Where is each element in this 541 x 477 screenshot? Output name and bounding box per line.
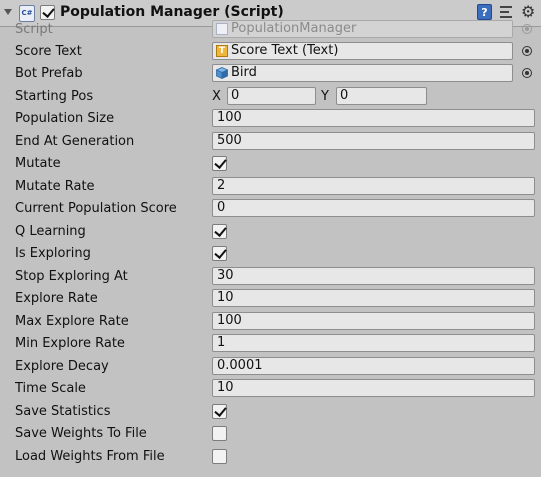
object-picker-icon[interactable]: [522, 46, 532, 56]
row-save-weights-to-file: Save Weights To File: [0, 423, 541, 445]
row-current-population-score: Current Population Score 0: [0, 198, 541, 220]
q-learning-checkbox[interactable]: [212, 224, 227, 239]
field-label: Script: [15, 22, 53, 37]
script-field: PopulationManager: [212, 20, 513, 38]
row-save-statistics: Save Statistics: [0, 401, 541, 423]
explore-decay-input[interactable]: 0.0001: [212, 357, 535, 375]
field-label: Min Explore Rate: [15, 336, 125, 351]
check-icon: [214, 224, 227, 237]
field-label: Current Population Score: [15, 201, 177, 216]
row-explore-rate: Explore Rate 10: [0, 288, 541, 310]
field-label: Starting Pos: [15, 89, 94, 104]
field-label: Is Exploring: [15, 246, 91, 261]
help-icon[interactable]: ?: [477, 4, 492, 20]
row-script: Script PopulationManager: [0, 19, 541, 41]
check-icon: [214, 156, 227, 169]
field-label: Stop Exploring At: [15, 269, 128, 284]
check-icon: [214, 246, 227, 259]
field-label: Mutate: [15, 156, 61, 171]
row-score-text: Score Text T Score Text (Text): [0, 41, 541, 63]
row-end-at-generation: End At Generation 500: [0, 131, 541, 153]
save-statistics-checkbox[interactable]: [212, 404, 227, 419]
explore-rate-input[interactable]: 10: [212, 289, 535, 307]
field-label: Max Explore Rate: [15, 314, 129, 329]
row-starting-pos: Starting Pos X 0 Y 0: [0, 86, 541, 108]
row-q-learning: Q Learning: [0, 221, 541, 243]
component-enabled-checkbox[interactable]: [40, 5, 55, 20]
field-label: End At Generation: [15, 134, 135, 149]
field-label: Explore Decay: [15, 359, 109, 374]
foldout-arrow-icon[interactable]: [4, 9, 12, 15]
row-time-scale: Time Scale 10: [0, 378, 541, 400]
preset-icon[interactable]: [500, 4, 514, 20]
starting-pos-y-input[interactable]: 0: [336, 87, 427, 105]
field-label: Mutate Rate: [15, 179, 95, 194]
load-weights-from-file-checkbox[interactable]: [212, 449, 227, 464]
row-min-explore-rate: Min Explore Rate 1: [0, 333, 541, 355]
component-title: Population Manager (Script): [60, 4, 284, 20]
field-label: Time Scale: [15, 381, 86, 396]
text-component-icon: T: [216, 45, 228, 57]
is-exploring-checkbox[interactable]: [212, 246, 227, 261]
row-stop-exploring-at: Stop Exploring At 30: [0, 266, 541, 288]
y-label[interactable]: Y: [321, 88, 329, 106]
field-label: Explore Rate: [15, 291, 98, 306]
object-picker-icon: [522, 24, 532, 34]
current-population-score-input[interactable]: 0: [212, 199, 535, 217]
field-label: Load Weights From File: [15, 449, 165, 464]
row-mutate: Mutate: [0, 153, 541, 175]
row-population-size: Population Size 100: [0, 108, 541, 130]
object-picker-icon[interactable]: [522, 68, 532, 78]
row-max-explore-rate: Max Explore Rate 100: [0, 311, 541, 333]
mutate-checkbox[interactable]: [212, 156, 227, 171]
prefab-cube-icon: [216, 67, 228, 79]
check-icon: [214, 404, 227, 417]
field-label: Bot Prefab: [15, 66, 83, 81]
x-label[interactable]: X: [212, 88, 221, 106]
end-at-generation-input[interactable]: 500: [212, 132, 535, 150]
mutate-rate-input[interactable]: 2: [212, 177, 535, 195]
row-load-weights-from-file: Load Weights From File: [0, 446, 541, 468]
stop-exploring-at-input[interactable]: 30: [212, 267, 535, 285]
row-bot-prefab: Bot Prefab Bird: [0, 63, 541, 85]
row-explore-decay: Explore Decay 0.0001: [0, 356, 541, 378]
time-scale-input[interactable]: 10: [212, 379, 535, 397]
save-weights-to-file-checkbox[interactable]: [212, 426, 227, 441]
population-size-input[interactable]: 100: [212, 109, 535, 127]
row-mutate-rate: Mutate Rate 2: [0, 176, 541, 198]
field-label: Save Statistics: [15, 404, 111, 419]
check-icon: [42, 5, 55, 18]
starting-pos-x-input[interactable]: 0: [227, 87, 316, 105]
field-label: Population Size: [15, 111, 115, 126]
bot-prefab-field[interactable]: Bird: [212, 64, 513, 82]
script-file-icon: [216, 23, 228, 35]
min-explore-rate-input[interactable]: 1: [212, 334, 535, 352]
field-label: Save Weights To File: [15, 426, 147, 441]
field-label: Score Text: [15, 44, 82, 59]
max-explore-rate-input[interactable]: 100: [212, 312, 535, 330]
score-text-field[interactable]: T Score Text (Text): [212, 42, 513, 60]
row-is-exploring: Is Exploring: [0, 243, 541, 265]
field-label: Q Learning: [15, 224, 86, 239]
